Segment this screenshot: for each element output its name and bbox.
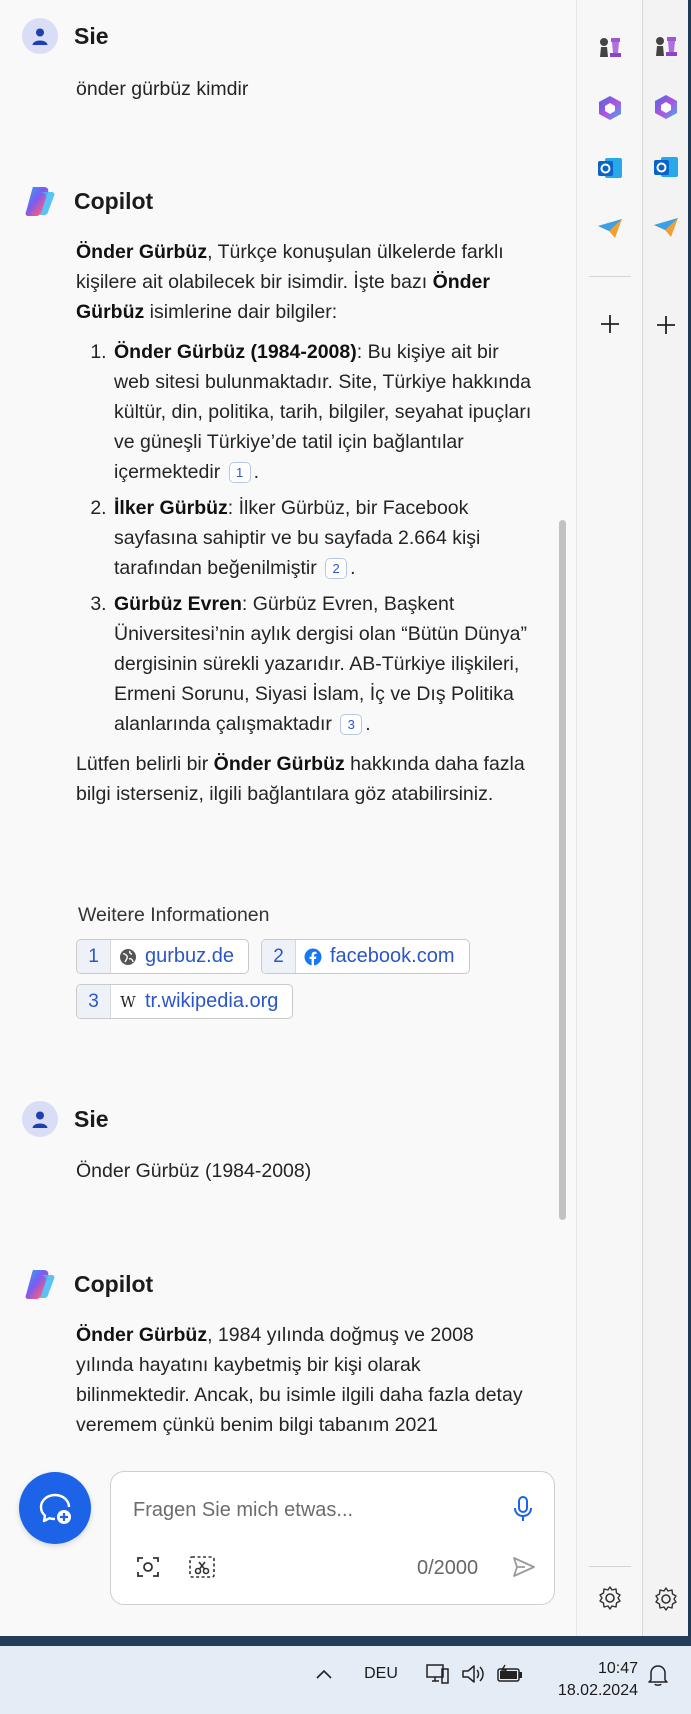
source-link-1[interactable]: 1 gurbuz.de xyxy=(76,939,249,974)
user-message-2: Önder Gürbüz (1984-2008) xyxy=(76,1160,312,1182)
chat-history[interactable]: Sie önder gürbüz kimdir Copilot Önder Gü… xyxy=(0,0,575,1465)
list-item-title: Önder Gürbüz (1984-2008) xyxy=(114,341,357,363)
user-header: Sie xyxy=(22,18,109,54)
copilot-header: Copilot xyxy=(22,183,153,219)
facebook-icon xyxy=(296,940,330,973)
source-label: facebook.com xyxy=(330,945,455,967)
user-avatar-icon xyxy=(22,1101,58,1137)
microphone-button[interactable] xyxy=(506,1492,540,1526)
source-number: 3 xyxy=(77,985,111,1018)
settings-icon[interactable] xyxy=(649,1582,683,1616)
user-message-1: önder gürbüz kimdir xyxy=(76,78,249,100)
new-topic-button[interactable] xyxy=(19,1472,91,1544)
rail-divider xyxy=(589,1566,631,1567)
list-item: Gürbüz Evren: Gürbüz Evren, Başkent Üniv… xyxy=(112,589,536,739)
volume-icon[interactable] xyxy=(458,1659,488,1689)
citation-badge[interactable]: 1 xyxy=(228,462,251,483)
answer-intro: Önder Gürbüz, Türkçe konuşulan ülkelerde… xyxy=(76,237,536,327)
copilot-name: Copilot xyxy=(74,187,154,214)
list-item: Önder Gürbüz (1984-2008): Bu kişiye ait … xyxy=(112,337,536,487)
user-name: Sie xyxy=(74,1105,109,1132)
chat-input[interactable] xyxy=(133,1494,463,1526)
settings-icon[interactable] xyxy=(592,1580,628,1616)
list-item-end: . xyxy=(253,461,260,483)
add-icon[interactable] xyxy=(649,308,683,342)
globe-icon xyxy=(111,940,145,973)
sidebar-app-rail xyxy=(576,0,642,1636)
source-link-2[interactable]: 2 facebook.com xyxy=(261,939,470,974)
outro-text: Lütfen belirli bir xyxy=(76,753,214,775)
chess-app-icon[interactable] xyxy=(592,30,628,66)
source-link-3[interactable]: 3 W tr.wikipedia.org xyxy=(76,984,294,1019)
intro-text: isimlerine dair bilgiler: xyxy=(144,301,338,323)
bold-name: Önder Gürbüz xyxy=(213,753,345,775)
background-window-strip xyxy=(640,0,691,1636)
telegram-app-icon[interactable] xyxy=(592,210,628,246)
copilot-logo-icon xyxy=(22,183,58,219)
source-number: 1 xyxy=(77,940,111,973)
character-counter: 0/2000 xyxy=(417,1557,479,1579)
list-item: İlker Gürbüz: İlker Gürbüz, bir Facebook… xyxy=(112,493,536,583)
notification-bell-icon[interactable] xyxy=(642,1659,674,1691)
telegram-icon[interactable] xyxy=(649,210,683,244)
microsoft365-icon[interactable] xyxy=(649,90,683,124)
microsoft365-app-icon[interactable] xyxy=(592,90,628,126)
microphone-icon xyxy=(514,1496,532,1521)
user-avatar-icon xyxy=(22,18,58,54)
clock-time: 10:47 xyxy=(597,1660,638,1677)
input-language-indicator[interactable]: DEU xyxy=(358,1660,404,1688)
list-item-title: Gürbüz Evren xyxy=(114,593,242,615)
outlook-icon[interactable] xyxy=(649,150,683,184)
source-label: gurbuz.de xyxy=(145,945,234,967)
visual-search-button[interactable] xyxy=(131,1550,165,1584)
snip-icon xyxy=(189,1556,215,1578)
copilot-header: Copilot xyxy=(22,1266,153,1302)
source-number: 2 xyxy=(262,940,296,973)
screenshot-button[interactable] xyxy=(183,1550,221,1584)
image-search-icon xyxy=(137,1557,159,1577)
add-app-icon[interactable] xyxy=(592,306,628,342)
list-item-end: . xyxy=(350,557,356,579)
copilot-answer-1: Önder Gürbüz, Türkçe konuşulan ülkelerde… xyxy=(76,237,536,809)
answer-list: Önder Gürbüz (1984-2008): Bu kişiye ait … xyxy=(76,337,536,739)
citation-badge[interactable]: 3 xyxy=(340,714,363,735)
rail-divider xyxy=(589,276,631,277)
send-icon xyxy=(513,1557,535,1577)
network-icon[interactable] xyxy=(422,1659,452,1689)
outlook-app-icon[interactable] xyxy=(592,150,628,186)
citation-badge[interactable]: 2 xyxy=(325,558,348,579)
user-header: Sie xyxy=(22,1101,109,1137)
copilot-answer-2: Önder Gürbüz, 1984 yılında doğmuş ve 200… xyxy=(76,1320,536,1440)
copilot-logo-icon xyxy=(22,1266,58,1302)
chat-scrollbar[interactable] xyxy=(559,520,566,1220)
clock-date: 18.02.2024 xyxy=(557,1682,638,1699)
more-info-title: Weitere Informationen xyxy=(78,904,270,926)
chess-icon[interactable] xyxy=(649,30,683,64)
chat-input-box: 0/2000 xyxy=(110,1471,555,1605)
copilot-sidebar-pane: Sie önder gürbüz kimdir Copilot Önder Gü… xyxy=(0,0,643,1636)
source-label: tr.wikipedia.org xyxy=(145,990,279,1012)
list-item-title: İlker Gürbüz xyxy=(114,497,228,519)
send-button[interactable] xyxy=(507,1550,541,1584)
taskbar-top-edge xyxy=(0,1636,691,1646)
battery-icon[interactable] xyxy=(494,1659,526,1689)
wikipedia-icon: W xyxy=(120,992,136,1011)
bold-name: Önder Gürbüz xyxy=(76,1324,208,1346)
taskbar-clock[interactable]: 10:47 18.02.2024 xyxy=(538,1658,638,1702)
show-hidden-icons-chevron-icon[interactable] xyxy=(312,1662,336,1686)
copilot-name: Copilot xyxy=(74,1270,154,1297)
list-item-end: . xyxy=(365,713,371,735)
user-name: Sie xyxy=(74,22,109,49)
answer-paragraph: Önder Gürbüz, 1984 yılında doğmuş ve 200… xyxy=(76,1320,536,1440)
answer-outro: Lütfen belirli bir Önder Gürbüz hakkında… xyxy=(76,749,536,809)
bold-name: Önder Gürbüz xyxy=(76,241,208,263)
